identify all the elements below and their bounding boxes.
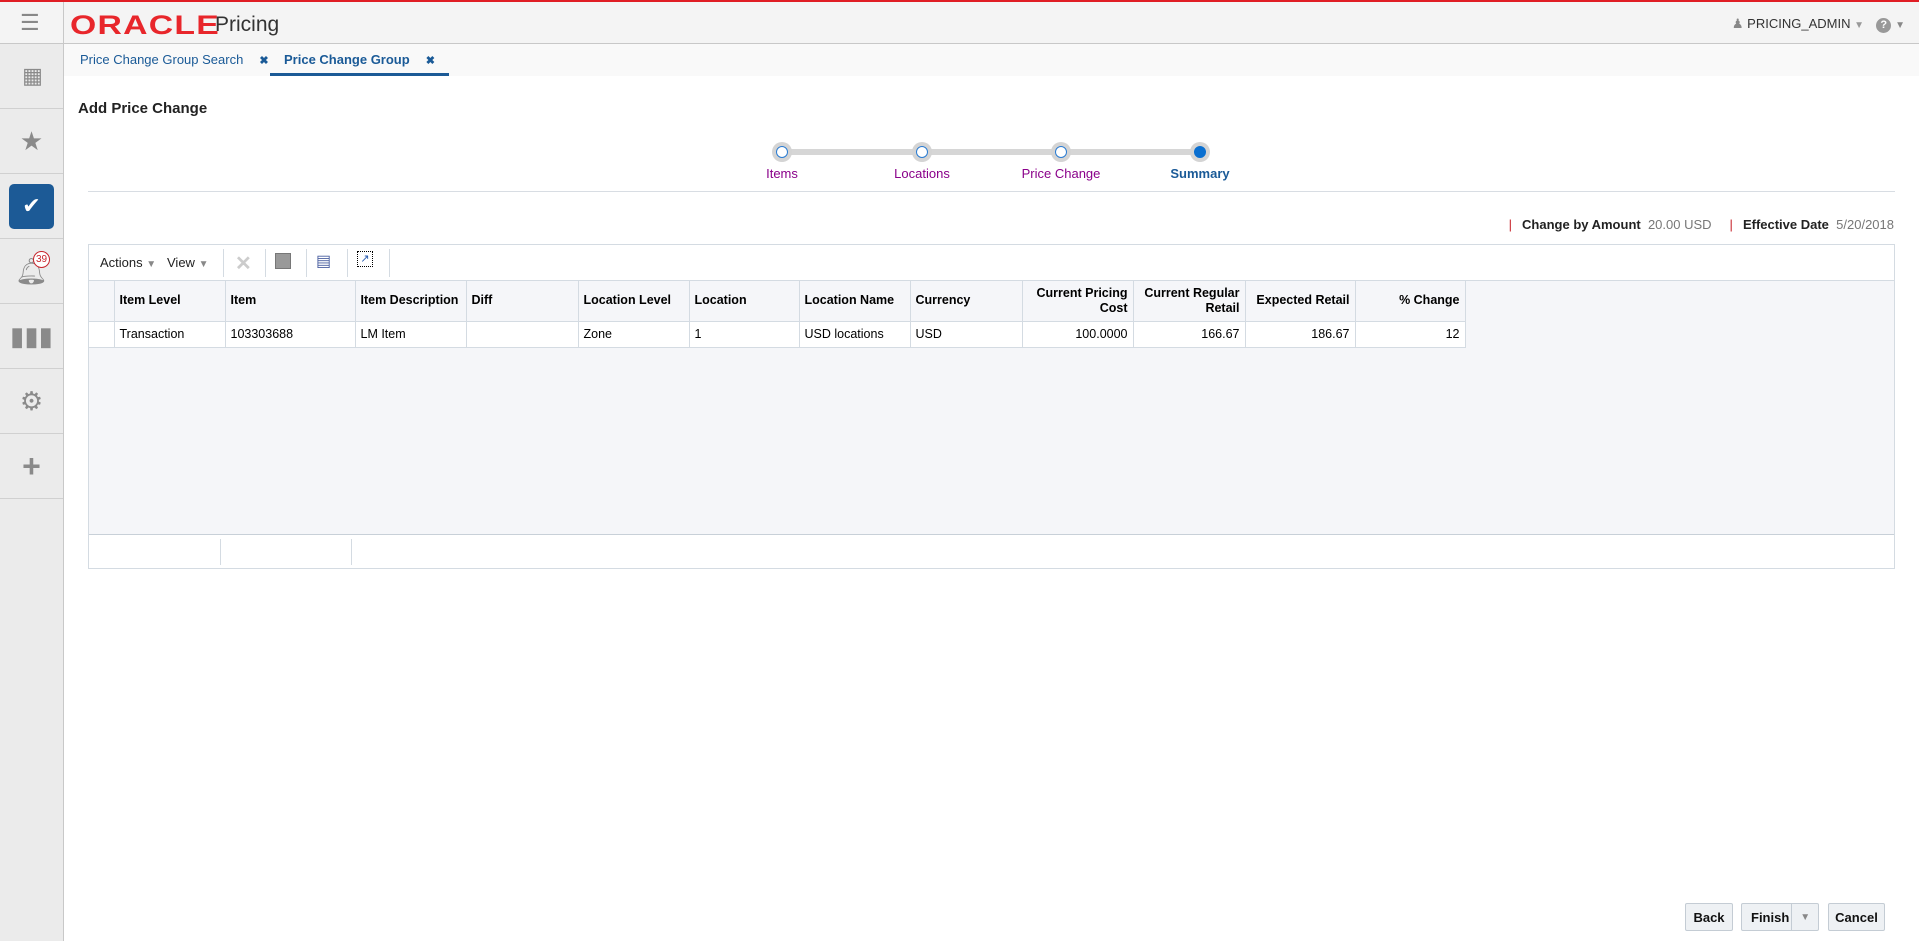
column-header[interactable]: % Change	[1355, 281, 1465, 321]
step-label[interactable]: Price Change	[1022, 166, 1101, 181]
actions-label: Actions	[100, 255, 143, 270]
train-step-summary[interactable]	[1190, 142, 1210, 162]
column-header[interactable]: Item	[225, 281, 355, 321]
cell: Transaction	[114, 321, 225, 347]
change-label: Change by Amount	[1522, 217, 1641, 232]
train-step-price-change[interactable]	[1051, 142, 1071, 162]
train-step-locations[interactable]	[912, 142, 932, 162]
sidebar: ▦ ★ ✔ 🔔︎39 ▮▮▮ ⚙ +	[0, 44, 64, 941]
header-row: Item Level Item Item Description Diff Lo…	[89, 281, 1465, 321]
row-header-corner	[89, 281, 114, 321]
sidebar-item-add[interactable]: +	[0, 434, 63, 499]
divider	[88, 191, 1895, 192]
chevron-down-icon: ▼	[1854, 20, 1864, 31]
sidebar-item-tasks-list[interactable]: ✔	[0, 174, 63, 239]
sidebar-item-favorites[interactable]: ★	[0, 109, 63, 174]
chevron-down-icon: ▼	[199, 259, 209, 270]
oracle-logo: ORACLE	[70, 10, 220, 41]
delete-icon[interactable]: ✕	[235, 251, 252, 276]
column-header[interactable]: Diff	[466, 281, 578, 321]
cell: 100.0000	[1022, 321, 1133, 347]
user-icon: ♟	[1732, 16, 1744, 31]
chevron-down-icon: ▼	[1895, 20, 1905, 31]
sidebar-item-notifications[interactable]: 🔔︎39	[0, 239, 63, 304]
navigator-menu-button[interactable]: ☰	[0, 2, 64, 44]
table-row[interactable]: Transaction 103303688 LM Item Zone 1 USD…	[89, 321, 1465, 347]
help-icon: ?	[1876, 18, 1891, 33]
detach-icon[interactable]: ↗	[357, 251, 373, 267]
sidebar-item-reports[interactable]: ▮▮▮	[0, 304, 63, 369]
sidebar-item-tasks[interactable]: ▦	[0, 44, 63, 109]
cancel-button[interactable]: Cancel	[1828, 903, 1885, 931]
table-footer	[89, 534, 1894, 568]
back-button[interactable]: Back	[1685, 903, 1733, 931]
user-name: PRICING_ADMIN	[1747, 16, 1850, 31]
export-excel-icon[interactable]	[275, 253, 291, 269]
tab-price-change-group[interactable]: Price Change Group ✖	[270, 44, 449, 76]
column-header[interactable]: Current Pricing Cost	[1022, 281, 1133, 321]
menu-icon: ☰	[20, 10, 40, 36]
summary-table: Actions ▼ View ▼ ✕ ▤ ↗ Item Level Item I…	[88, 244, 1895, 569]
cell: USD locations	[799, 321, 910, 347]
grid-icon: ▦	[22, 63, 41, 89]
data-grid: Item Level Item Item Description Diff Lo…	[89, 281, 1466, 348]
view-label: View	[167, 255, 195, 270]
finish-button[interactable]: Finish ▼	[1741, 903, 1819, 931]
date-value: 5/20/2018	[1836, 217, 1894, 232]
date-label: Effective Date	[1743, 217, 1829, 232]
cell: 1	[689, 321, 799, 347]
column-header[interactable]: Expected Retail	[1245, 281, 1355, 321]
tab-bar: Price Change Group Search ✖ Price Change …	[64, 44, 1919, 76]
close-icon[interactable]: ✖	[259, 55, 268, 67]
bar-chart-icon: ▮▮▮	[10, 321, 53, 352]
cell: 186.67	[1245, 321, 1355, 347]
cell: LM Item	[355, 321, 466, 347]
user-menu[interactable]: ♟ PRICING_ADMIN ▼	[1732, 16, 1864, 32]
tab-label: Price Change Group Search	[80, 52, 243, 67]
plus-icon: +	[22, 448, 41, 485]
cell: 103303688	[225, 321, 355, 347]
sidebar-item-settings[interactable]: ⚙	[0, 369, 63, 434]
change-value: 20.00 USD	[1648, 217, 1712, 232]
table-toolbar: Actions ▼ View ▼ ✕ ▤ ↗	[89, 245, 1894, 281]
close-icon[interactable]: ✖	[426, 55, 435, 67]
tab-price-change-group-search[interactable]: Price Change Group Search ✖	[80, 44, 269, 76]
summary-info: |Change by Amount 20.00 USD|Effective Da…	[1499, 217, 1894, 232]
column-header[interactable]: Location Name	[799, 281, 910, 321]
chevron-down-icon: ▼	[146, 259, 156, 270]
finish-dropdown-icon[interactable]: ▼	[1791, 904, 1818, 930]
cell: Zone	[578, 321, 689, 347]
finish-label: Finish	[1742, 910, 1791, 925]
query-by-example-icon[interactable]: ▤	[316, 251, 331, 271]
column-header[interactable]: Item Description	[355, 281, 466, 321]
cell: 12	[1355, 321, 1465, 347]
column-header[interactable]: Currency	[910, 281, 1022, 321]
column-header[interactable]: Location Level	[578, 281, 689, 321]
train-step-items[interactable]	[772, 142, 792, 162]
step-label[interactable]: Items	[766, 166, 798, 181]
help-menu[interactable]: ? ▼	[1876, 15, 1905, 33]
app-name: Pricing	[215, 13, 279, 37]
column-header[interactable]: Current Regular Retail	[1133, 281, 1245, 321]
actions-menu[interactable]: Actions ▼	[100, 255, 156, 270]
cell: 166.67	[1133, 321, 1245, 347]
notification-badge: 39	[33, 251, 50, 268]
clipboard-check-icon: ✔	[9, 184, 54, 229]
gear-icon: ⚙	[20, 386, 43, 417]
view-menu[interactable]: View ▼	[167, 255, 208, 270]
star-icon: ★	[20, 126, 43, 157]
column-header[interactable]: Location	[689, 281, 799, 321]
row-header[interactable]	[89, 321, 114, 347]
train-track	[790, 149, 1200, 155]
app-header: ☰ ORACLE Pricing ♟ PRICING_ADMIN ▼ ? ▼	[0, 2, 1919, 44]
page-title: Add Price Change	[78, 100, 207, 117]
tab-label: Price Change Group	[284, 52, 410, 67]
step-label: Summary	[1170, 166, 1229, 181]
column-header[interactable]: Item Level	[114, 281, 225, 321]
step-label[interactable]: Locations	[894, 166, 950, 181]
cell: USD	[910, 321, 1022, 347]
cell	[466, 321, 578, 347]
